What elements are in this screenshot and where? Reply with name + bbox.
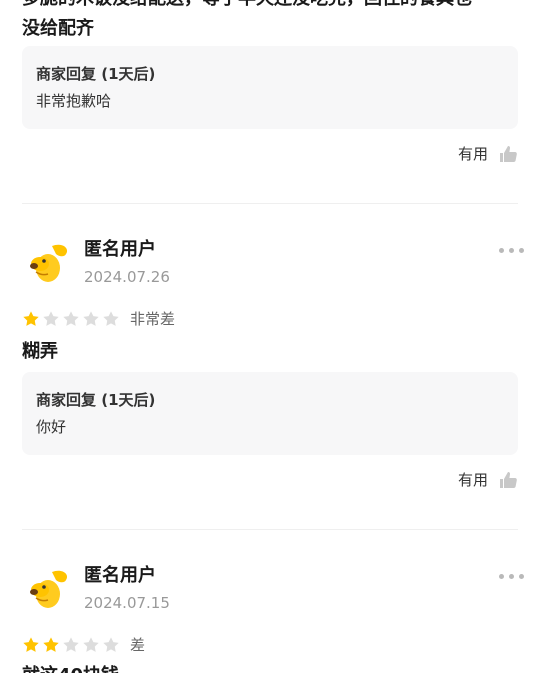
useful-label: 有用 xyxy=(457,471,488,489)
useful-label: 有用 xyxy=(457,145,488,163)
more-dots-icon xyxy=(499,574,504,579)
user-avatar[interactable] xyxy=(22,562,74,614)
star-icon xyxy=(43,636,59,652)
review-text: 就这40块钱 xyxy=(22,661,119,673)
star-icon xyxy=(23,310,39,326)
star-icon xyxy=(83,310,99,326)
thumbs-up-icon xyxy=(498,144,518,164)
user-avatar[interactable] xyxy=(22,236,74,288)
user-name: 匿名用户 xyxy=(84,565,156,586)
yellow-dog-avatar-icon xyxy=(22,562,74,614)
star-rating: 差 xyxy=(22,634,145,655)
merchant-reply-text: 非常抱歉哈 xyxy=(36,92,112,110)
review-date: 2024.07.26 xyxy=(84,268,170,286)
rating-label: 差 xyxy=(130,636,146,654)
review-divider xyxy=(22,529,518,530)
useful-button[interactable]: 有用 xyxy=(458,143,518,164)
merchant-reply: 商家回复 (1天后) 你好 xyxy=(22,372,518,455)
merchant-reply: 商家回复 (1天后) 非常抱歉哈 xyxy=(22,46,518,129)
star-icon xyxy=(103,636,119,652)
star-icon xyxy=(23,636,39,652)
merchant-reply-label: 商家回复 (1天后) xyxy=(36,391,156,409)
more-options-button[interactable] xyxy=(499,248,524,253)
star-icon xyxy=(43,310,59,326)
user-name: 匿名用户 xyxy=(84,239,156,260)
review-text-line-2: 没给配齐 xyxy=(22,18,94,39)
thumbs-up-icon xyxy=(498,470,518,490)
review-text-partial: 多脆的木饭没给配送，等了半天还没吃完，回住的餐具也 没给配齐 xyxy=(22,0,522,44)
star-icon xyxy=(63,310,79,326)
star-icon xyxy=(63,636,79,652)
review-text: 糊弄 xyxy=(22,341,58,362)
merchant-reply-label: 商家回复 (1天后) xyxy=(36,65,156,83)
review-text-line-1: 多脆的木饭没给配送，等了半天还没吃完，回住的餐具也 xyxy=(22,0,522,14)
useful-button[interactable]: 有用 xyxy=(458,469,518,490)
more-dots-icon xyxy=(499,248,504,253)
merchant-reply-text: 你好 xyxy=(36,418,67,436)
more-options-button[interactable] xyxy=(499,574,524,579)
review-date: 2024.07.15 xyxy=(84,594,170,612)
star-rating: 非常差 xyxy=(22,308,175,329)
review-divider xyxy=(22,203,518,204)
rating-label: 非常差 xyxy=(130,310,176,328)
star-icon xyxy=(83,636,99,652)
star-icon xyxy=(103,310,119,326)
yellow-dog-avatar-icon xyxy=(22,236,74,288)
